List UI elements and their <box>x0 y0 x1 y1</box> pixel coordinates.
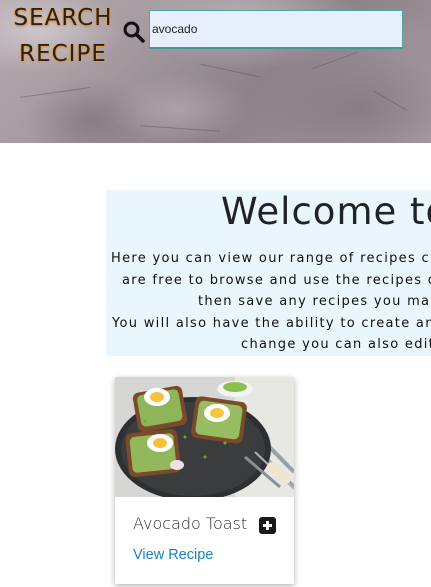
site-logo[interactable]: SEARCH RECIPE <box>8 0 118 72</box>
recipe-card[interactable]: Avocado Toast View Recipe <box>115 377 294 584</box>
welcome-line: are free to browse and use the recipes o <box>122 272 431 288</box>
welcome-line: You will also have the ability to create… <box>112 315 431 331</box>
header-banner: SEARCH RECIPE <box>0 0 431 143</box>
texture-crack <box>311 51 359 70</box>
welcome-line: Here you can view our range of recipes c… <box>111 251 431 266</box>
recipe-image[interactable] <box>115 377 294 497</box>
recipe-title: Avocado Toast <box>133 514 248 533</box>
texture-crack <box>200 63 260 78</box>
view-recipe-link[interactable]: View Recipe <box>133 547 213 563</box>
welcome-panel: Welcome to Here you can view our range o… <box>106 190 431 356</box>
texture-crack <box>372 90 408 111</box>
logo-line-1: SEARCH <box>13 5 113 31</box>
plus-square-icon[interactable] <box>259 517 276 534</box>
search-input[interactable] <box>149 10 403 49</box>
texture-crack <box>140 125 220 132</box>
welcome-title: Welcome to <box>221 190 431 233</box>
logo-line-2: RECIPE <box>19 41 107 67</box>
welcome-line: change you can also edit <box>241 337 431 352</box>
texture-crack <box>20 87 90 98</box>
welcome-line: then save any recipes you may <box>198 294 431 309</box>
welcome-text: Here you can view our range of recipes c… <box>106 248 431 356</box>
search-icon[interactable] <box>122 20 146 44</box>
